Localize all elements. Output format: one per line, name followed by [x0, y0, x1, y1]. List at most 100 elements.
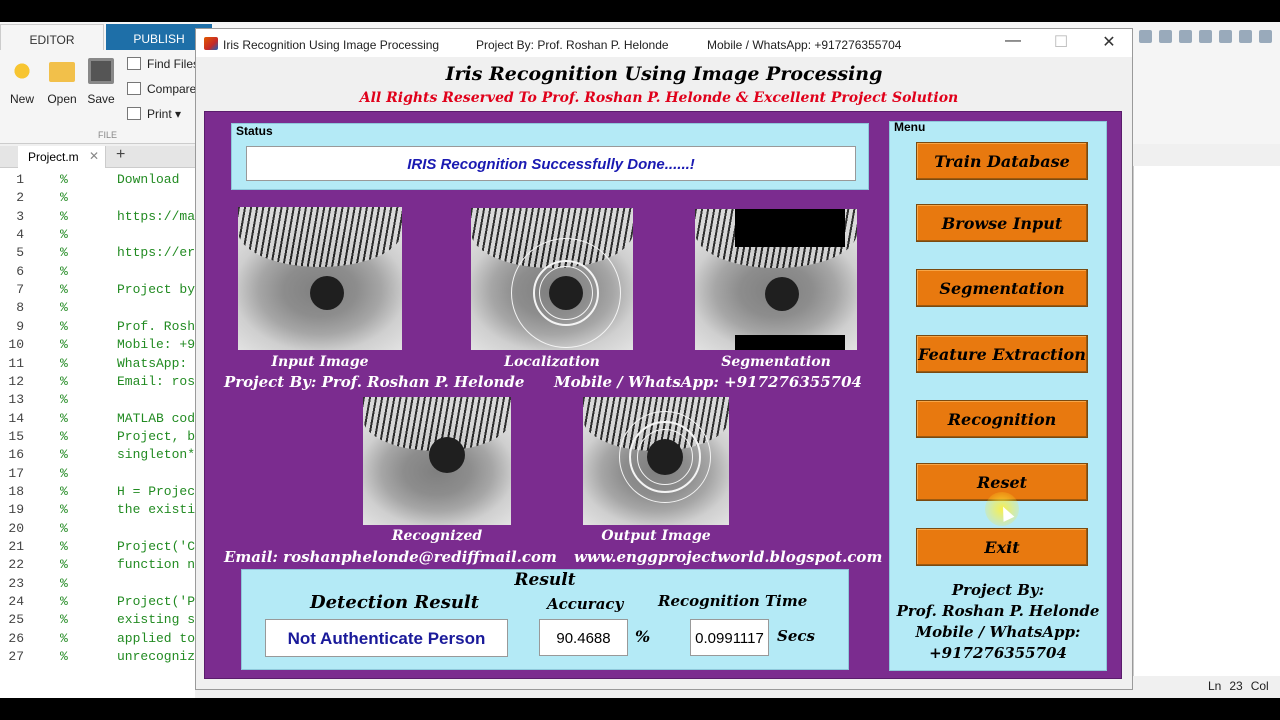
line-number: 7 [16, 282, 24, 298]
accuracy-field[interactable]: 90.4688 [539, 619, 628, 656]
maximize-icon[interactable]: ☐ [1050, 32, 1072, 52]
status-message: IRIS Recognition Successfully Done......… [246, 146, 856, 181]
comment-marker: % [60, 520, 68, 536]
code-line[interactable]: singleton* [117, 447, 195, 462]
code-editor[interactable]: 1% Download 2% 3% https://ma 4% 5% https://er 6… [0, 168, 195, 698]
comment-marker: % [60, 263, 68, 279]
new-label: New [9, 92, 34, 106]
line-number: 15 [8, 428, 24, 444]
input-image [238, 207, 402, 350]
minimize-icon[interactable]: — [1002, 32, 1024, 50]
code-line[interactable]: https://er [117, 245, 195, 260]
code-line[interactable]: MATLAB cod [117, 411, 195, 426]
recognition-button[interactable]: Recognition [916, 400, 1088, 438]
line-number: 17 [8, 465, 24, 481]
new-button[interactable]: New [2, 58, 42, 106]
right-pane [1133, 166, 1280, 676]
find-files-button[interactable]: Find Files [127, 57, 199, 71]
comment-marker: % [60, 502, 68, 518]
exit-button[interactable]: Exit [916, 528, 1088, 566]
comment-marker: % [60, 594, 68, 610]
code-line[interactable]: Email: ros [117, 374, 195, 389]
compare-icon [127, 82, 141, 95]
comment-marker: % [60, 630, 68, 646]
code-line[interactable]: WhatsApp: [117, 356, 195, 371]
segmentation-button[interactable]: Segmentation [916, 269, 1088, 307]
figure-window: Iris Recognition Using Image Processing … [195, 28, 1133, 690]
code-line[interactable]: unrecogniz [117, 649, 195, 664]
feature-extraction-button[interactable]: Feature Extraction [916, 335, 1088, 373]
line-number: 4 [16, 227, 24, 243]
menu-footer-line-2: Prof. Roshan P. Helonde [896, 602, 1100, 620]
code-line[interactable]: Prof. Rosh [117, 319, 195, 334]
window-title: Iris Recognition Using Image Processing [223, 38, 440, 52]
save-button[interactable]: Save [81, 58, 121, 106]
close-icon[interactable]: ✕ [1098, 32, 1120, 52]
tab-editor[interactable]: EDITOR [0, 24, 104, 50]
col-label: Col [1250, 679, 1269, 693]
toolbar-icon-7[interactable] [1259, 30, 1272, 43]
detection-result-label: Detection Result [310, 592, 480, 613]
line-number: 21 [8, 539, 24, 554]
code-line[interactable]: Project, b [117, 429, 195, 444]
code-line[interactable]: Mobile: +9 [117, 337, 195, 352]
open-button[interactable]: Open [42, 58, 82, 106]
line-number: 5 [16, 245, 24, 261]
output-image-caption: Output Image [601, 528, 711, 544]
comment-marker: % [60, 172, 68, 187]
detection-result-field[interactable]: Not Authenticate Person [265, 619, 508, 657]
line-number: 23 [8, 575, 24, 591]
ln-label: Ln [1208, 679, 1222, 693]
compare-button[interactable]: Compare [127, 82, 196, 96]
add-tab-icon[interactable]: + [116, 146, 125, 164]
toolbar-icon-3[interactable] [1179, 30, 1192, 43]
line-number: 20 [8, 520, 24, 536]
code-line[interactable]: applied to [117, 631, 195, 646]
comment-marker: % [60, 649, 68, 665]
browse-input-button[interactable]: Browse Input [916, 204, 1088, 242]
toolbar-icon-1[interactable] [1139, 30, 1152, 43]
file-tab[interactable]: Project.m ✕ [18, 146, 106, 168]
train-database-button[interactable]: Train Database [916, 142, 1088, 180]
code-line[interactable]: the existi [117, 502, 195, 517]
find-files-icon [127, 57, 141, 70]
recognized-image [363, 397, 511, 525]
line-number: 16 [8, 447, 24, 463]
menu-panel: Menu Train Database Browse Input Segment… [889, 120, 1107, 671]
code-line[interactable]: https://ma [117, 209, 195, 224]
line-number: 18 [8, 483, 24, 499]
comment-marker: % [60, 300, 68, 316]
print-button[interactable]: Print ▾ [127, 107, 181, 121]
toolbar-icon-5[interactable] [1219, 30, 1232, 43]
code-line[interactable]: Download [117, 172, 187, 187]
localization-image [471, 208, 633, 350]
line-number: 19 [8, 502, 24, 518]
code-line[interactable]: existing s [117, 612, 195, 627]
window-titlebar: Iris Recognition Using Image Processing … [196, 29, 1132, 57]
menu-footer-line-4: +917276355704 [929, 644, 1067, 662]
accuracy-label: Accuracy [547, 595, 624, 613]
folder-icon [49, 62, 75, 82]
code-line[interactable]: H = Projec [117, 484, 195, 499]
comment-marker: % [60, 428, 68, 444]
line-number: 9 [16, 318, 24, 334]
close-tab-icon[interactable]: ✕ [89, 149, 99, 163]
menu-footer-line-3: Mobile / WhatsApp: [915, 623, 1081, 641]
toolbar-icon-4[interactable] [1199, 30, 1212, 43]
comment-marker: % [60, 190, 68, 206]
line-number: 2 [16, 190, 24, 206]
status-panel: Status IRIS Recognition Successfully Don… [231, 123, 869, 190]
comment-marker: % [60, 208, 68, 224]
code-line[interactable]: Project('P [117, 594, 195, 609]
line-number: 25 [8, 612, 24, 628]
toolbar-icon-6[interactable] [1239, 30, 1252, 43]
recognition-time-field[interactable]: 0.0991117 [690, 619, 769, 656]
toolbar-icon-2[interactable] [1159, 30, 1172, 43]
comment-marker: % [60, 282, 68, 298]
recognized-image-caption: Recognized [391, 528, 483, 544]
code-line[interactable]: Project by [117, 282, 195, 297]
code-line[interactable]: Project('C [117, 539, 195, 554]
line-number: 24 [8, 594, 24, 610]
code-line[interactable]: function n [117, 557, 195, 572]
open-label: Open [47, 92, 77, 106]
